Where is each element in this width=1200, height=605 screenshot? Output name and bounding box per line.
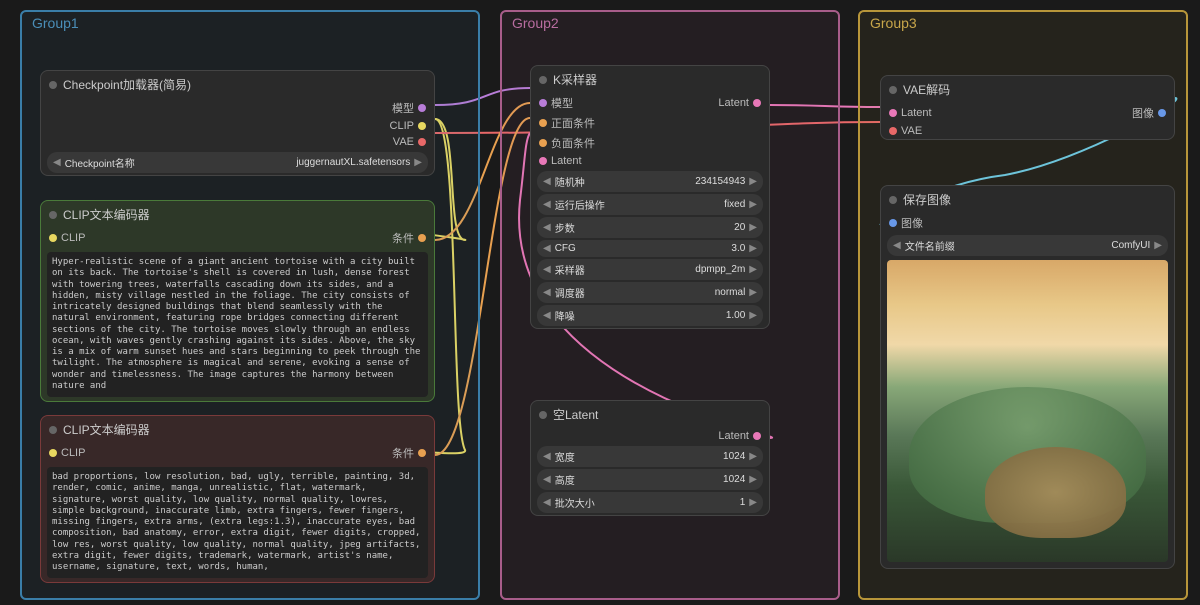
negative-prompt-textarea[interactable]: bad proportions, low resolution, bad, ug… — [47, 467, 428, 578]
node-vae-decode[interactable]: VAE解码 Latent图像 VAE — [880, 75, 1175, 140]
output-clip-label: CLIP — [390, 120, 414, 132]
output-preview-image[interactable] — [887, 260, 1168, 562]
chevron-left-icon[interactable]: ◀ — [543, 176, 551, 187]
chevron-right-icon[interactable]: ▶ — [1154, 240, 1162, 251]
chevron-right-icon[interactable]: ▶ — [749, 243, 757, 254]
input-latent-port[interactable] — [889, 109, 897, 117]
latent-param-2[interactable]: ◀批次大小1▶ — [537, 492, 763, 513]
ksampler-param-5[interactable]: ◀调度器normal▶ — [537, 282, 763, 303]
chevron-right-icon[interactable]: ▶ — [749, 287, 757, 298]
group-1-title: Group1 — [22, 12, 478, 36]
chevron-left-icon[interactable]: ◀ — [543, 451, 551, 462]
node-title: Checkpoint加载器(简易) — [63, 76, 191, 93]
node-title: K采样器 — [553, 71, 597, 88]
node-title: CLIP文本编码器 — [63, 206, 150, 223]
output-image-port[interactable] — [1158, 109, 1166, 117]
output-latent-port[interactable] — [753, 432, 761, 440]
node-title: VAE解码 — [903, 81, 950, 98]
chevron-left-icon[interactable]: ◀ — [53, 157, 61, 168]
chevron-right-icon[interactable]: ▶ — [749, 199, 757, 210]
node-ksampler[interactable]: K采样器 模型Latent 正面条件 负面条件 Latent ◀随机种23415… — [530, 65, 770, 329]
node-clip-encoder-positive[interactable]: CLIP文本编码器 CLIP条件 Hyper-realistic scene o… — [40, 200, 435, 402]
input-negative-port[interactable] — [539, 139, 547, 147]
node-checkpoint-loader[interactable]: Checkpoint加载器(简易) 模型 CLIP VAE ◀Checkpoin… — [40, 70, 435, 176]
input-image-port[interactable] — [889, 219, 897, 227]
chevron-left-icon[interactable]: ◀ — [543, 222, 551, 233]
output-latent-port[interactable] — [753, 99, 761, 107]
ksampler-param-3[interactable]: ◀CFG3.0▶ — [537, 240, 763, 257]
chevron-left-icon[interactable]: ◀ — [543, 264, 551, 275]
input-model-port[interactable] — [539, 99, 547, 107]
node-save-image[interactable]: 保存图像 图像 ◀文件名前缀ComfyUI▶ — [880, 185, 1175, 569]
chevron-left-icon[interactable]: ◀ — [543, 199, 551, 210]
output-model-label: 模型 — [392, 100, 414, 116]
collapse-icon[interactable] — [49, 211, 57, 219]
collapse-icon[interactable] — [889, 86, 897, 94]
latent-param-0[interactable]: ◀宽度1024▶ — [537, 446, 763, 467]
collapse-icon[interactable] — [539, 76, 547, 84]
filename-prefix-input[interactable]: ◀文件名前缀ComfyUI▶ — [887, 235, 1168, 256]
node-clip-encoder-negative[interactable]: CLIP文本编码器 CLIP条件 bad proportions, low re… — [40, 415, 435, 583]
group-3-title: Group3 — [860, 12, 1186, 36]
node-title: 保存图像 — [903, 191, 951, 208]
chevron-right-icon[interactable]: ▶ — [749, 176, 757, 187]
ksampler-param-4[interactable]: ◀采样器dpmpp_2m▶ — [537, 259, 763, 280]
ksampler-param-6[interactable]: ◀降噪1.00▶ — [537, 305, 763, 326]
checkpoint-name-selector[interactable]: ◀Checkpoint名称juggernautXL.safetensors▶ — [47, 152, 428, 173]
ksampler-param-1[interactable]: ◀运行后操作fixed▶ — [537, 194, 763, 215]
chevron-left-icon[interactable]: ◀ — [543, 287, 551, 298]
prompt-textarea[interactable]: Hyper-realistic scene of a giant ancient… — [47, 252, 428, 397]
collapse-icon[interactable] — [49, 81, 57, 89]
node-title: CLIP文本编码器 — [63, 421, 150, 438]
chevron-left-icon[interactable]: ◀ — [543, 497, 551, 508]
group-2-title: Group2 — [502, 12, 838, 36]
input-positive-port[interactable] — [539, 119, 547, 127]
chevron-right-icon[interactable]: ▶ — [749, 474, 757, 485]
chevron-left-icon[interactable]: ◀ — [543, 474, 551, 485]
output-vae-port[interactable] — [418, 138, 426, 146]
input-clip-port[interactable] — [49, 234, 57, 242]
output-clip-port[interactable] — [418, 122, 426, 130]
output-cond-port[interactable] — [418, 449, 426, 457]
chevron-right-icon[interactable]: ▶ — [414, 157, 422, 168]
input-latent-port[interactable] — [539, 157, 547, 165]
node-title: 空Latent — [553, 406, 598, 423]
chevron-left-icon[interactable]: ◀ — [543, 310, 551, 321]
chevron-left-icon[interactable]: ◀ — [543, 243, 551, 254]
output-model-port[interactable] — [418, 104, 426, 112]
output-cond-port[interactable] — [418, 234, 426, 242]
collapse-icon[interactable] — [539, 411, 547, 419]
chevron-left-icon[interactable]: ◀ — [893, 240, 901, 251]
collapse-icon[interactable] — [49, 426, 57, 434]
node-empty-latent[interactable]: 空Latent Latent ◀宽度1024▶◀高度1024▶◀批次大小1▶ — [530, 400, 770, 516]
chevron-right-icon[interactable]: ▶ — [749, 310, 757, 321]
chevron-right-icon[interactable]: ▶ — [749, 451, 757, 462]
ksampler-param-2[interactable]: ◀步数20▶ — [537, 217, 763, 238]
chevron-right-icon[interactable]: ▶ — [749, 222, 757, 233]
input-vae-port[interactable] — [889, 127, 897, 135]
output-vae-label: VAE — [393, 136, 414, 148]
collapse-icon[interactable] — [889, 196, 897, 204]
latent-param-1[interactable]: ◀高度1024▶ — [537, 469, 763, 490]
input-clip-port[interactable] — [49, 449, 57, 457]
chevron-right-icon[interactable]: ▶ — [749, 264, 757, 275]
ksampler-param-0[interactable]: ◀随机种234154943▶ — [537, 171, 763, 192]
chevron-right-icon[interactable]: ▶ — [749, 497, 757, 508]
